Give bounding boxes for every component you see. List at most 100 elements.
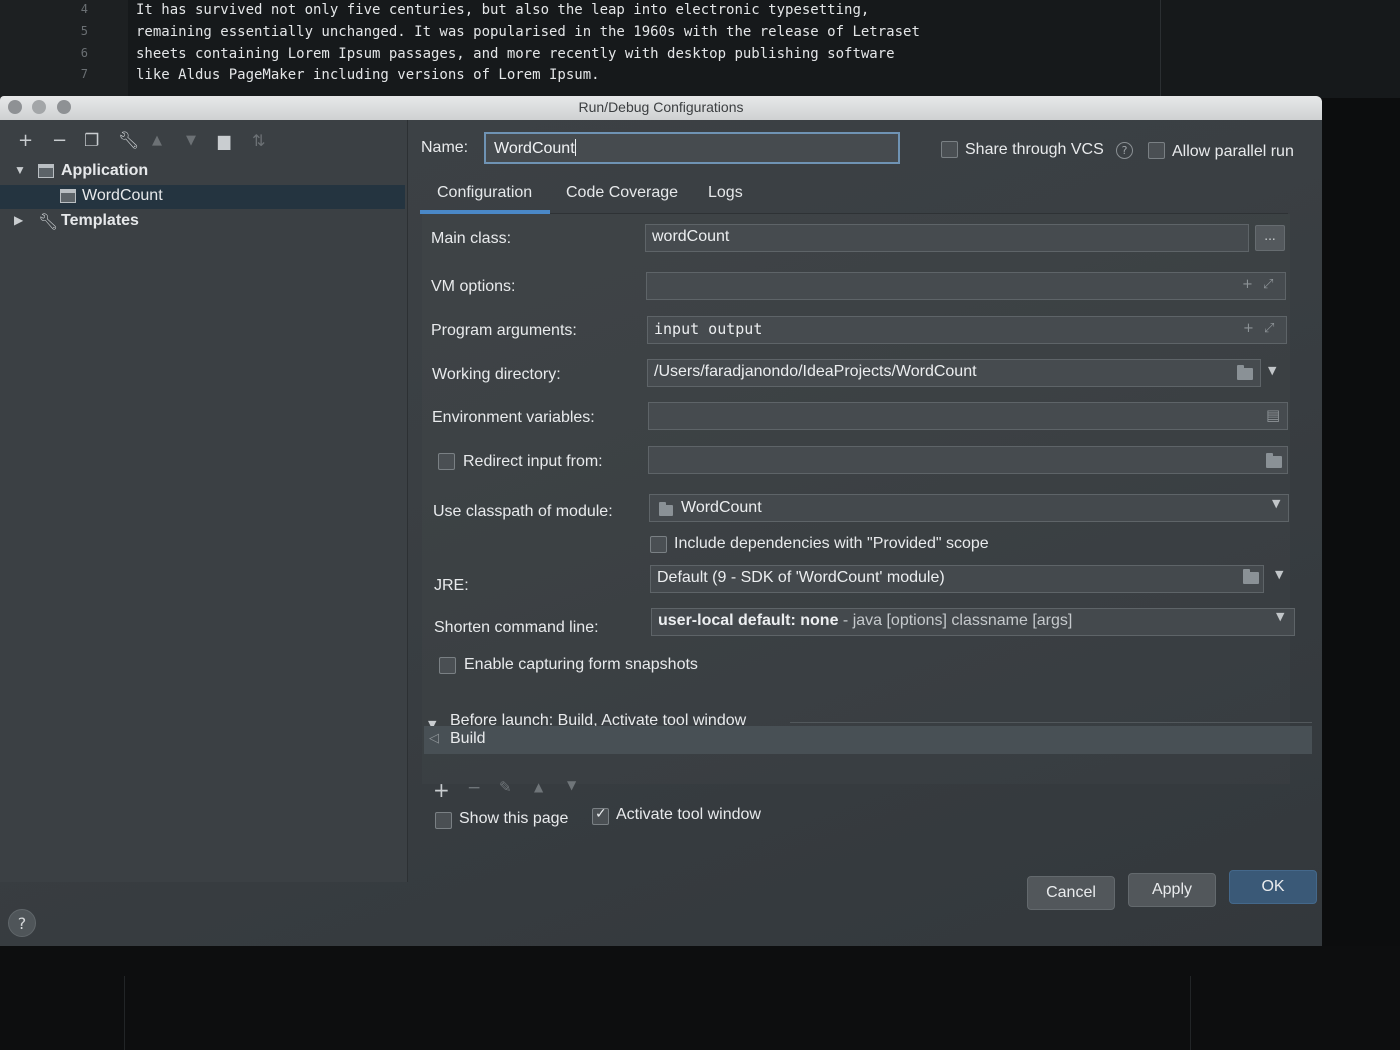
shorten-command-line-label: Shorten command line: bbox=[434, 619, 599, 636]
working-directory-value: /Users/faradjanondo/IdeaProjects/WordCou… bbox=[654, 363, 977, 380]
line-number: 4 bbox=[80, 2, 88, 16]
program-arguments-label: Program arguments: bbox=[431, 322, 577, 339]
expand-icon[interactable]: ⤢ bbox=[1263, 277, 1273, 292]
vm-options-input[interactable] bbox=[646, 272, 1286, 300]
name-input[interactable]: WordCount bbox=[484, 132, 900, 164]
expand-icon[interactable]: ⤢ bbox=[1264, 321, 1274, 336]
run-debug-dialog: Run/Debug Configurations + − ❐ 🔧︎ ▲ ▼ ▆ … bbox=[0, 96, 1322, 946]
share-vcs-checkbox[interactable] bbox=[941, 141, 958, 158]
chevron-down-icon[interactable]: ▼ bbox=[1276, 610, 1284, 623]
add-icon[interactable]: + bbox=[1242, 277, 1253, 292]
classpath-module-dropdown[interactable]: WordCount bbox=[649, 494, 1289, 522]
move-down-icon[interactable]: ▼ bbox=[186, 132, 196, 150]
share-vcs-label: Share through VCS bbox=[965, 141, 1104, 158]
tree-node-application[interactable]: ▼ Application bbox=[0, 160, 405, 184]
classpath-module-label: Use classpath of module: bbox=[433, 503, 613, 520]
main-class-value: wordCount bbox=[652, 228, 730, 245]
text-caret bbox=[574, 139, 576, 156]
add-icon[interactable]: + bbox=[1243, 321, 1254, 336]
wrench-icon[interactable]: 🔧︎ bbox=[118, 132, 140, 150]
program-arguments-value: input output bbox=[654, 320, 763, 338]
edit-pencil-icon[interactable]: ✎ bbox=[499, 778, 512, 796]
form-snapshots-label: Enable capturing form snapshots bbox=[464, 656, 698, 673]
include-dependencies-label: Include dependencies with "Provided" sco… bbox=[674, 535, 989, 552]
redirect-input-field[interactable] bbox=[648, 446, 1288, 474]
include-dependencies-checkbox[interactable] bbox=[650, 536, 667, 553]
dialog-titlebar: Run/Debug Configurations bbox=[0, 96, 1322, 120]
help-question-icon[interactable]: ? bbox=[1116, 142, 1133, 159]
add-icon[interactable]: + bbox=[433, 778, 450, 802]
working-directory-label: Working directory: bbox=[432, 366, 561, 383]
editor-right-margin bbox=[1160, 0, 1161, 98]
tree-node-wordcount[interactable]: WordCount bbox=[0, 185, 405, 209]
copy-icon[interactable]: ❐ bbox=[84, 132, 99, 150]
name-label: Name: bbox=[421, 139, 469, 156]
before-launch-task-row[interactable]: ◁ Build bbox=[424, 726, 1312, 754]
classpath-module-value: WordCount bbox=[681, 499, 762, 516]
line-number: 6 bbox=[80, 46, 88, 60]
cancel-button[interactable]: Cancel bbox=[1027, 876, 1115, 910]
chevron-down-icon[interactable]: ▼ bbox=[1268, 364, 1276, 377]
module-folder-icon bbox=[659, 502, 673, 516]
browse-main-class-button[interactable]: ... bbox=[1255, 225, 1285, 251]
code-editor: 4 It has survived not only five centurie… bbox=[0, 0, 1400, 98]
shorten-value-primary: user-local default: none bbox=[658, 612, 839, 629]
show-this-page-checkbox[interactable] bbox=[435, 812, 452, 829]
tab-code-coverage[interactable]: Code Coverage bbox=[566, 184, 678, 202]
working-directory-input[interactable]: /Users/faradjanondo/IdeaProjects/WordCou… bbox=[647, 359, 1261, 387]
jre-label: JRE: bbox=[434, 577, 469, 594]
redirect-input-checkbox[interactable] bbox=[438, 453, 455, 470]
apply-button[interactable]: Apply bbox=[1128, 873, 1216, 907]
divider bbox=[124, 976, 125, 1050]
tab-logs[interactable]: Logs bbox=[708, 184, 743, 202]
wrench-icon: 🔧︎ bbox=[38, 214, 59, 231]
tree-node-templates[interactable]: ▶ 🔧︎ Templates bbox=[0, 210, 405, 234]
line-number: 5 bbox=[80, 24, 88, 38]
line-text: remaining essentially unchanged. It was … bbox=[136, 24, 920, 40]
remove-icon[interactable]: − bbox=[52, 132, 67, 150]
expand-triangle-icon[interactable]: ▼ bbox=[14, 163, 26, 177]
show-this-page-label: Show this page bbox=[459, 810, 569, 827]
chevron-down-icon[interactable]: ▼ bbox=[1272, 497, 1280, 510]
shorten-value-detail: - java [options] classname [args] bbox=[838, 612, 1073, 629]
line-text: sheets containing Lorem Ipsum passages, … bbox=[136, 46, 895, 62]
move-up-icon[interactable]: ▲ bbox=[534, 780, 543, 794]
folder-icon[interactable] bbox=[1266, 453, 1282, 468]
add-icon[interactable]: + bbox=[18, 132, 33, 150]
allow-parallel-checkbox[interactable] bbox=[1148, 142, 1165, 159]
environment-variables-label: Environment variables: bbox=[432, 409, 595, 426]
program-arguments-input[interactable]: input output bbox=[647, 316, 1287, 344]
main-class-label: Main class: bbox=[431, 230, 512, 247]
sort-icon[interactable]: ⇅ bbox=[252, 132, 265, 150]
allow-parallel-label: Allow parallel run bbox=[1172, 143, 1294, 160]
line-text: It has survived not only five centuries,… bbox=[136, 2, 870, 18]
folder-icon[interactable] bbox=[1237, 365, 1253, 380]
application-icon bbox=[38, 164, 54, 178]
folder-icon[interactable]: ▆ bbox=[218, 132, 230, 150]
jre-dropdown[interactable]: Default (9 - SDK of 'WordCount' module) bbox=[650, 565, 1264, 593]
name-input-value: WordCount bbox=[494, 140, 575, 157]
collapse-triangle-icon[interactable]: ▶ bbox=[14, 213, 23, 227]
chevron-down-icon[interactable]: ▼ bbox=[1275, 568, 1283, 581]
folder-icon[interactable] bbox=[1243, 569, 1259, 584]
redirect-input-label: Redirect input from: bbox=[463, 453, 603, 470]
activate-tool-window-checkbox[interactable] bbox=[592, 806, 609, 825]
ok-button[interactable]: OK bbox=[1229, 870, 1317, 904]
activate-tool-window-label: Activate tool window bbox=[616, 806, 761, 823]
shorten-command-line-dropdown[interactable]: user-local default: none - java [options… bbox=[651, 608, 1295, 636]
help-button[interactable]: ? bbox=[8, 909, 36, 937]
form-snapshots-checkbox[interactable] bbox=[439, 657, 456, 674]
main-class-input[interactable]: wordCount bbox=[645, 224, 1249, 252]
remove-icon[interactable]: − bbox=[467, 778, 481, 798]
line-text: like Aldus PageMaker including versions … bbox=[136, 67, 600, 83]
jre-value: Default (9 - SDK of 'WordCount' module) bbox=[657, 569, 945, 586]
editor-gutter bbox=[0, 0, 128, 98]
move-up-icon[interactable]: ▲ bbox=[152, 132, 162, 150]
build-task-icon: ◁ bbox=[429, 731, 439, 746]
tab-configuration[interactable]: Configuration bbox=[437, 184, 532, 202]
move-down-icon[interactable]: ▼ bbox=[567, 778, 576, 792]
document-icon[interactable]: ▤ bbox=[1266, 406, 1280, 424]
line-number: 7 bbox=[80, 67, 88, 81]
environment-variables-input[interactable] bbox=[648, 402, 1288, 430]
tree-label-application: Application bbox=[61, 162, 149, 179]
